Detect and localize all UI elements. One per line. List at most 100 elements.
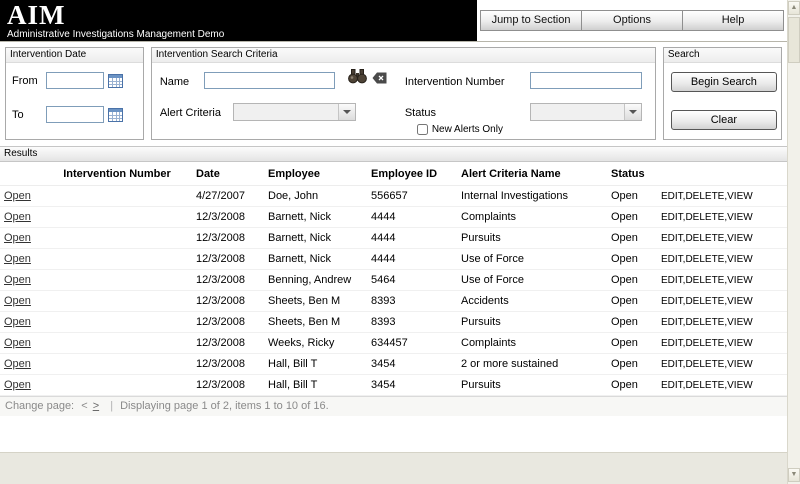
- name-search-binoculars-icon[interactable]: [348, 69, 367, 84]
- open-link[interactable]: Open: [4, 379, 31, 391]
- from-calendar-icon[interactable]: [108, 74, 123, 88]
- logo-area: AIM Administrative Investigations Manage…: [0, 0, 477, 41]
- open-link[interactable]: Open: [4, 295, 31, 307]
- status-cell: Open: [607, 186, 657, 207]
- open-cell: Open: [0, 354, 42, 375]
- employee-id-cell: 3454: [367, 354, 457, 375]
- alert-criteria-cell: Pursuits: [457, 375, 607, 396]
- results-table: Intervention Number Date Employee Employ…: [0, 162, 787, 396]
- table-row: Open 12/3/2008 Sheets, Ben M 8393 Pursui…: [0, 312, 787, 333]
- alert-criteria-column-header: Alert Criteria Name: [457, 162, 607, 186]
- to-calendar-icon[interactable]: [108, 108, 123, 122]
- row-actions[interactable]: EDIT,DELETE,VIEW: [657, 375, 787, 396]
- intervention-number-column-header: Intervention Number: [42, 162, 192, 186]
- clear-name-icon[interactable]: [372, 72, 387, 84]
- open-link[interactable]: Open: [4, 274, 31, 286]
- intervention-date-panel-title: Intervention Date: [6, 48, 143, 63]
- to-date-input[interactable]: [46, 106, 104, 123]
- pager-summary: Displaying page 1 of 2, items 1 to 10 of…: [120, 400, 329, 412]
- row-actions[interactable]: EDIT,DELETE,VIEW: [657, 291, 787, 312]
- status-dropdown[interactable]: [530, 103, 642, 121]
- open-cell: Open: [0, 333, 42, 354]
- scroll-up-icon[interactable]: ▲: [788, 1, 800, 15]
- app-header: AIM Administrative Investigations Manage…: [0, 0, 787, 42]
- clear-button[interactable]: Clear: [671, 110, 777, 130]
- alert-criteria-cell: Use of Force: [457, 249, 607, 270]
- status-cell: Open: [607, 270, 657, 291]
- from-date-row: From: [6, 72, 143, 89]
- employee-id-column-header: Employee ID: [367, 162, 457, 186]
- open-link[interactable]: Open: [4, 316, 31, 328]
- employee-id-cell: 5464: [367, 270, 457, 291]
- intervention-number-cell: [42, 375, 192, 396]
- row-actions[interactable]: EDIT,DELETE,VIEW: [657, 354, 787, 375]
- row-actions[interactable]: EDIT,DELETE,VIEW: [657, 228, 787, 249]
- status-column-header: Status: [607, 162, 657, 186]
- table-row: Open 12/3/2008 Barnett, Nick 4444 Pursui…: [0, 228, 787, 249]
- open-link[interactable]: Open: [4, 190, 31, 202]
- chevron-down-icon: [629, 110, 637, 114]
- employee-id-cell: 3454: [367, 375, 457, 396]
- employee-id-cell: 4444: [367, 207, 457, 228]
- date-cell: 12/3/2008: [192, 312, 264, 333]
- new-alerts-only-checkbox[interactable]: [417, 124, 428, 135]
- table-row: Open 12/3/2008 Weeks, Ricky 634457 Compl…: [0, 333, 787, 354]
- row-actions[interactable]: EDIT,DELETE,VIEW: [657, 312, 787, 333]
- employee-cell: Barnett, Nick: [264, 207, 367, 228]
- actions-column-header: [657, 162, 787, 186]
- search-panel: Search Begin Search Clear: [663, 47, 782, 140]
- row-actions[interactable]: EDIT,DELETE,VIEW: [657, 270, 787, 291]
- open-cell: Open: [0, 249, 42, 270]
- employee-cell: Doe, John: [264, 186, 367, 207]
- alert-criteria-dropdown[interactable]: [233, 103, 356, 121]
- from-date-input[interactable]: [46, 72, 104, 89]
- alert-criteria-cell: 2 or more sustained: [457, 354, 607, 375]
- name-label: Name: [160, 76, 189, 88]
- open-link[interactable]: Open: [4, 358, 31, 370]
- row-actions[interactable]: EDIT,DELETE,VIEW: [657, 333, 787, 354]
- table-row: Open 12/3/2008 Benning, Andrew 5464 Use …: [0, 270, 787, 291]
- date-cell: 12/3/2008: [192, 375, 264, 396]
- row-actions[interactable]: EDIT,DELETE,VIEW: [657, 249, 787, 270]
- row-actions[interactable]: EDIT,DELETE,VIEW: [657, 186, 787, 207]
- employee-column-header: Employee: [264, 162, 367, 186]
- search-panels-row: Intervention Date From: [0, 42, 787, 140]
- options-button[interactable]: Options: [581, 10, 683, 31]
- open-link[interactable]: Open: [4, 253, 31, 265]
- open-link[interactable]: Open: [4, 211, 31, 223]
- open-link[interactable]: Open: [4, 337, 31, 349]
- status-dropdown-button[interactable]: [624, 104, 641, 120]
- help-button[interactable]: Help: [682, 10, 784, 31]
- new-alerts-only-label: New Alerts Only: [432, 124, 503, 135]
- intervention-number-cell: [42, 312, 192, 333]
- alert-criteria-dropdown-button[interactable]: [338, 104, 355, 120]
- chevron-down-icon: [343, 110, 351, 114]
- app-subtitle: Administrative Investigations Management…: [7, 29, 470, 40]
- row-actions[interactable]: EDIT,DELETE,VIEW: [657, 207, 787, 228]
- next-page-link[interactable]: >: [93, 400, 99, 412]
- name-input[interactable]: [204, 72, 335, 89]
- status-label: Status: [405, 107, 436, 119]
- vertical-scrollbar[interactable]: ▲ ▼: [787, 0, 800, 484]
- pagination-bar: Change page: < > | Displaying page 1 of …: [0, 396, 787, 416]
- employee-cell: Sheets, Ben M: [264, 312, 367, 333]
- employee-cell: Barnett, Nick: [264, 249, 367, 270]
- status-cell: Open: [607, 354, 657, 375]
- status-cell: Open: [607, 207, 657, 228]
- alert-criteria-dropdown-value: [234, 104, 338, 120]
- results-header-row: Intervention Number Date Employee Employ…: [0, 162, 787, 186]
- jump-to-section-button[interactable]: Jump to Section: [480, 10, 582, 31]
- scroll-down-icon[interactable]: ▼: [788, 468, 800, 482]
- open-cell: Open: [0, 291, 42, 312]
- open-link[interactable]: Open: [4, 232, 31, 244]
- intervention-number-input[interactable]: [530, 72, 642, 89]
- scrollbar-thumb[interactable]: [788, 17, 800, 63]
- open-cell: Open: [0, 207, 42, 228]
- previous-page-link[interactable]: <: [81, 400, 87, 412]
- date-cell: 12/3/2008: [192, 333, 264, 354]
- date-cell: 4/27/2007: [192, 186, 264, 207]
- employee-cell: Hall, Bill T: [264, 354, 367, 375]
- employee-cell: Barnett, Nick: [264, 228, 367, 249]
- begin-search-button[interactable]: Begin Search: [671, 72, 777, 92]
- date-cell: 12/3/2008: [192, 270, 264, 291]
